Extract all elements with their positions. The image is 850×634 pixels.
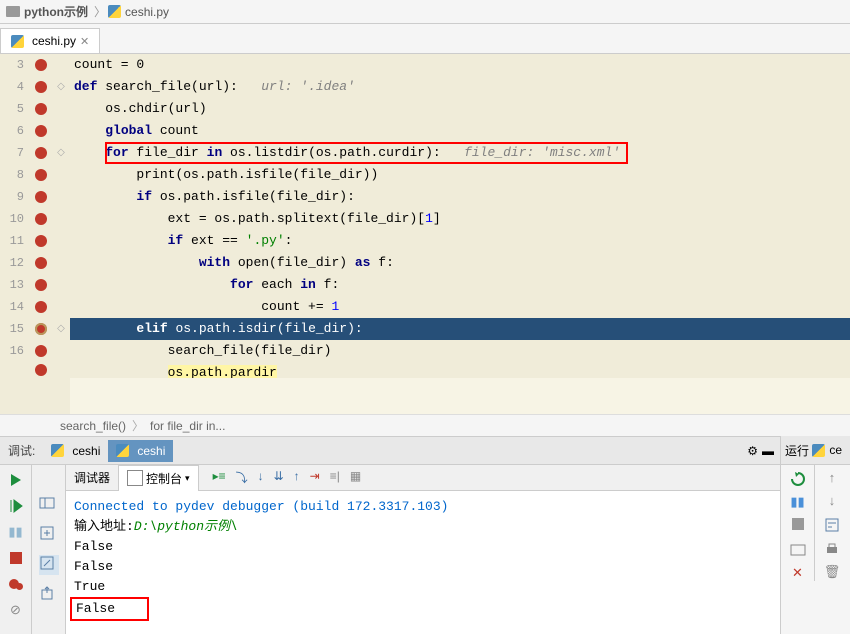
run-panel: ▮▮ ✕ ↑ ↓ 🗑 xyxy=(780,465,850,634)
breakpoint-gutter[interactable] xyxy=(30,54,52,414)
debug-label: 调试: xyxy=(0,442,43,459)
calculator-button[interactable]: ▦ xyxy=(350,469,361,486)
down-button[interactable]: ↓ xyxy=(828,494,836,509)
code-editor[interactable]: 345678910111213141516 ◇◇◇ count = 0 def … xyxy=(0,54,850,414)
breakpoint-icon[interactable] xyxy=(35,169,47,181)
up-button[interactable]: ↑ xyxy=(828,471,836,486)
python-file-icon xyxy=(11,35,24,48)
python-file-icon xyxy=(812,444,825,457)
pause-button[interactable]: ▮▮ xyxy=(790,495,804,510)
pin-button[interactable] xyxy=(39,555,59,575)
gear-icon[interactable]: ⚙ xyxy=(747,444,758,458)
run-panel-header: 运行 ce xyxy=(780,436,850,464)
clear-button[interactable]: 🗑 xyxy=(824,565,841,580)
print-button[interactable] xyxy=(824,541,840,557)
console-toolbar: 调试器 控制台▾ ▸≡ ⤵ ↓ ⇊ ↑ ⇥ ≡| ▦ xyxy=(66,465,780,491)
breakpoint-current-icon[interactable] xyxy=(35,323,47,335)
evaluate-expression-button[interactable]: ≡| xyxy=(330,469,340,486)
breakpoint-icon[interactable] xyxy=(35,279,47,291)
editor-tabs: ceshi.py ✕ xyxy=(0,24,850,54)
breakpoint-icon[interactable] xyxy=(35,345,47,357)
console-output[interactable]: Connected to pydev debugger (build 172.3… xyxy=(66,491,780,634)
nav-statement[interactable]: for file_dir in... xyxy=(150,419,225,433)
stop-button[interactable] xyxy=(7,549,25,567)
debug-tab-2[interactable]: ceshi xyxy=(108,440,173,462)
debug-tab-1[interactable]: ceshi xyxy=(43,440,108,462)
force-step-into-button[interactable]: ⇊ xyxy=(274,469,284,486)
python-file-icon xyxy=(108,5,121,18)
breakpoint-icon[interactable] xyxy=(35,191,47,203)
settings-button[interactable] xyxy=(39,525,59,545)
breakpoint-icon[interactable] xyxy=(35,59,47,71)
breakpoint-icon[interactable] xyxy=(35,125,47,137)
run-to-cursor-button[interactable]: ⇥ xyxy=(310,469,320,486)
chevron-right-icon: 〉 xyxy=(94,3,106,20)
mute-breakpoints-button[interactable]: ⊘ xyxy=(7,601,25,619)
stop-button[interactable] xyxy=(792,518,804,534)
console-panel: 调试器 控制台▾ ▸≡ ⤵ ↓ ⇊ ↑ ⇥ ≡| ▦ Connected to … xyxy=(66,465,780,634)
debug-side-toolbar: ▮▮ ⊘ xyxy=(0,465,32,634)
python-file-icon xyxy=(51,444,64,457)
tab-console[interactable]: 控制台▾ xyxy=(118,465,199,491)
breakpoint-icon[interactable] xyxy=(35,103,47,115)
breakpoint-icon[interactable] xyxy=(35,81,47,93)
breakpoint-icon[interactable] xyxy=(35,257,47,269)
export-button[interactable] xyxy=(39,585,59,605)
nav-function[interactable]: search_file() xyxy=(60,419,126,433)
highlighted-output: False xyxy=(70,597,149,621)
tab-ceshi[interactable]: ceshi.py ✕ xyxy=(0,28,100,53)
wrap-button[interactable] xyxy=(824,517,840,533)
code-area[interactable]: count = 0 def search_file(url): url: '.i… xyxy=(70,54,850,414)
tab-debugger[interactable]: 调试器 xyxy=(66,465,118,490)
resume-button[interactable] xyxy=(7,497,25,515)
close-button[interactable]: ✕ xyxy=(792,566,803,581)
breakpoint-icon[interactable] xyxy=(35,235,47,247)
close-icon[interactable]: ✕ xyxy=(80,35,89,48)
show-prompt-button[interactable]: ▸≡ xyxy=(213,469,226,486)
console-icon xyxy=(127,470,143,486)
line-numbers: 345678910111213141516 xyxy=(0,54,30,414)
step-out-button[interactable]: ↑ xyxy=(294,469,300,486)
breakpoint-icon[interactable] xyxy=(35,301,47,313)
step-over-button[interactable]: ⤵ xyxy=(236,469,248,486)
layout-button[interactable] xyxy=(790,542,806,558)
step-into-button[interactable]: ↓ xyxy=(258,469,264,486)
tab-label: ceshi.py xyxy=(32,34,76,48)
structure-nav: search_file() 〉 for file_dir in... xyxy=(0,414,850,436)
folder-icon xyxy=(6,6,20,17)
breakpoint-icon[interactable] xyxy=(35,213,47,225)
view-breakpoints-button[interactable] xyxy=(7,575,25,593)
python-file-icon xyxy=(116,444,129,457)
fold-gutter: ◇◇◇ xyxy=(52,54,70,414)
breakpoint-icon[interactable] xyxy=(35,364,47,376)
pause-button[interactable]: ▮▮ xyxy=(7,523,25,541)
chevron-right-icon: 〉 xyxy=(132,417,144,434)
rerun-button[interactable] xyxy=(7,471,25,489)
breadcrumb: python示例 〉 ceshi.py xyxy=(0,0,850,24)
debug-tabs-bar: 调试: ceshi ceshi ⚙ ▬ xyxy=(0,436,780,464)
breadcrumb-folder[interactable]: python示例 xyxy=(6,3,88,20)
breakpoint-icon[interactable] xyxy=(35,147,47,159)
breadcrumb-file[interactable]: ceshi.py xyxy=(108,5,169,19)
restore-layout-button[interactable] xyxy=(39,495,59,515)
rerun-button[interactable] xyxy=(790,471,806,487)
debug-frames-toolbar xyxy=(32,465,66,634)
minimize-icon[interactable]: ▬ xyxy=(762,444,774,458)
debug-panel: ▮▮ ⊘ 调试器 控制台▾ ▸≡ ⤵ ↓ ⇊ ↑ ⇥ ≡| ▦ Connecte… xyxy=(0,464,850,634)
